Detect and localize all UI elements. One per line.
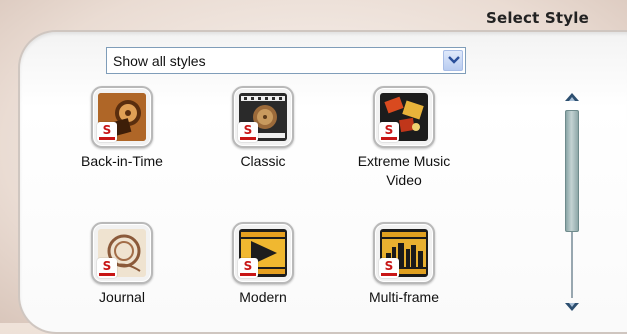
s-badge-icon: S — [379, 122, 399, 142]
scroll-down-arrow-icon[interactable] — [561, 299, 583, 315]
style-tile-label: Modern — [239, 289, 287, 305]
style-tile-extreme-music-video[interactable]: S Extreme Music Video — [344, 86, 464, 190]
style-tile-classic[interactable]: S Classic — [203, 86, 323, 171]
style-filter-dropdown[interactable]: Show all styles — [106, 47, 466, 74]
s-badge-icon: S — [238, 258, 258, 278]
s-badge-icon: S — [97, 122, 117, 142]
scroll-thumb[interactable] — [565, 110, 579, 232]
style-tile-label: Back-in-Time — [81, 153, 163, 169]
chevron-down-icon[interactable] — [443, 50, 463, 71]
play-arrow-icon: S — [232, 222, 294, 284]
scroll-up-arrow-icon[interactable] — [561, 89, 583, 105]
journal-stamp-icon: S — [91, 222, 153, 284]
style-tile-back-in-time[interactable]: S Back-in-Time — [62, 86, 182, 171]
style-tile-journal[interactable]: S Journal — [62, 222, 182, 307]
style-tile-label: Multi-frame — [368, 289, 439, 305]
s-badge-icon: S — [97, 258, 117, 278]
style-tile-modern[interactable]: S Modern — [203, 222, 323, 307]
styles-scrollbar[interactable] — [561, 89, 583, 319]
scroll-track[interactable] — [571, 232, 573, 298]
s-badge-icon: S — [238, 122, 258, 142]
panel-title: Select Style — [485, 9, 589, 27]
style-tile-label: Journal — [99, 289, 145, 305]
city-skyline-icon: S — [373, 222, 435, 284]
style-filter-value: Show all styles — [113, 53, 206, 69]
style-tile-label: Extreme Music Video — [357, 153, 451, 188]
film-strip-icon: S — [232, 86, 294, 148]
music-video-icon: S — [373, 86, 435, 148]
s-badge-icon: S — [379, 258, 399, 278]
style-tile-multi-frame[interactable]: S Multi-frame — [344, 222, 464, 307]
style-tile-label: Classic — [240, 153, 286, 169]
film-reel-icon: S — [91, 86, 153, 148]
